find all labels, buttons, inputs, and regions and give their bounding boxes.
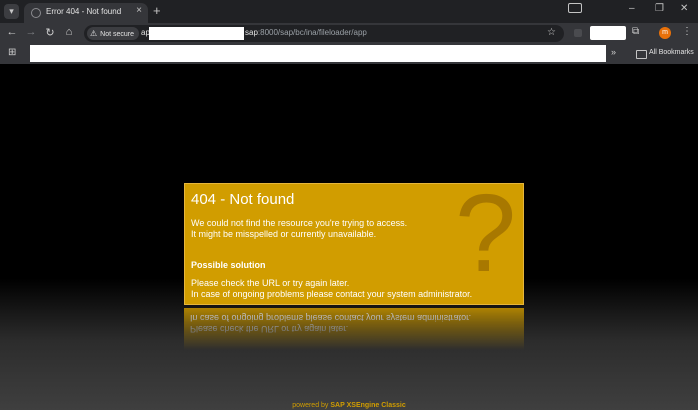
error-box: ? 404 - Not found We could not find the … [184,183,524,305]
solution-heading: Possible solution [191,260,266,270]
bookmarks-bar: ⊞ » All Bookmarks [0,44,698,64]
star-icon[interactable]: ☆ [547,27,556,38]
redacted-bookmarks [30,45,606,62]
solution-line: Please check the URL or try again later. [191,278,350,288]
tab-title: Error 404 - Not found [46,7,122,16]
browser-toolbar: ← → ↻ ⌂ ⚠ Not secure ap sap:8000/sap/bc/i… [0,23,698,44]
url-text: sap:8000/sap/bc/ina/fileloader/app [245,28,367,37]
solution-line: In case of ongoing problems please conta… [191,289,473,299]
cast-icon[interactable] [568,3,582,13]
reflection-text: Please check the URL or try again later.… [190,312,471,334]
reflection-line: Please check the URL or try again later. [190,324,349,334]
new-tab-button[interactable]: + [153,3,161,18]
error-message-line: We could not find the resource you're tr… [191,218,408,228]
reflection-panel: Please check the URL or try again later.… [184,308,524,350]
close-window-button[interactable]: ✕ [680,3,688,14]
apps-grid-icon[interactable]: ⊞ [8,47,16,58]
reload-icon[interactable]: ↻ [43,26,57,39]
security-label: Not secure [100,31,135,38]
bookmarks-overflow-icon[interactable]: » [611,47,616,57]
tab-strip: ▾ Error 404 - Not found × + – ❐ ✕ [0,0,698,23]
question-mark-icon: ? [455,183,517,295]
home-icon[interactable]: ⌂ [62,26,76,38]
close-tab-icon[interactable]: × [136,5,142,16]
forward-arrow-icon[interactable]: → [24,26,38,38]
url-path: :8000/sap/bc/ina/fileloader/app [257,28,367,37]
address-bar[interactable]: ⚠ Not secure ap sap:8000/sap/bc/ina/filel… [84,25,564,42]
globe-icon [31,8,41,18]
profile-avatar[interactable]: m [659,27,671,39]
powered-by-footer: powered by SAP XSEngine Classic [0,402,698,409]
kebab-menu-icon[interactable]: ⋮ [682,26,692,37]
error-message: We could not find the resource you're tr… [191,218,407,240]
error-title: 404 - Not found [191,191,295,208]
error-message-line: It might be misspelled or currently unav… [191,229,377,239]
warning-icon: ⚠ [90,29,98,38]
all-bookmarks-link[interactable]: All Bookmarks [649,49,694,56]
maximize-button[interactable]: ❐ [655,3,664,14]
tab-error-404[interactable]: Error 404 - Not found × [24,3,148,23]
extension-icon[interactable] [574,29,582,37]
redacted-host [149,27,244,40]
solution-text: Please check the URL or try again later.… [191,278,472,300]
url-host-end: sap [245,28,258,37]
security-chip[interactable]: ⚠ Not secure [87,27,140,40]
error-page: ? 404 - Not found We could not find the … [0,64,698,410]
minimize-button[interactable]: – [629,3,635,14]
engine-name: SAP XSEngine Classic [330,402,406,409]
tab-search-icon[interactable]: ▾ [4,4,19,19]
reflection-line: In case of ongoing problems please conta… [190,313,472,323]
folder-icon [636,50,647,59]
error-box-reflection: Please check the URL or try again later.… [184,308,524,350]
back-arrow-icon[interactable]: ← [5,26,19,38]
powered-by-label: powered by [292,402,329,409]
redacted-extensions [590,26,626,40]
extensions-icon[interactable]: ⧉ [632,26,639,37]
